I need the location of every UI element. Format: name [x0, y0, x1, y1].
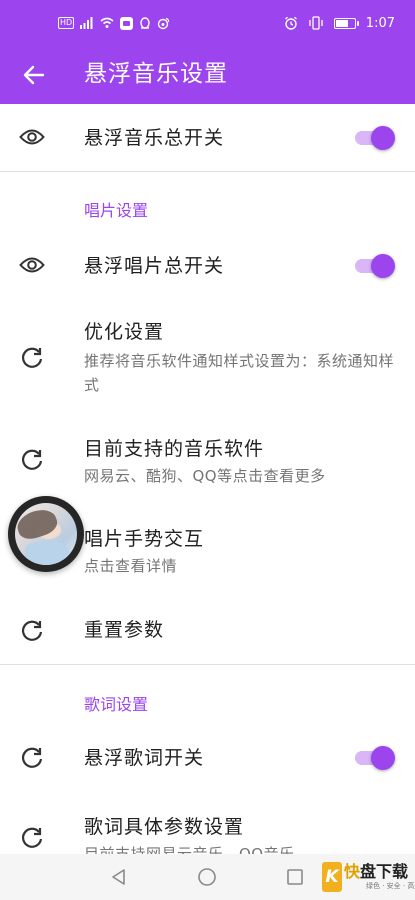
refresh-icon	[16, 444, 48, 476]
app-notification-icon	[120, 16, 134, 30]
watermark-name: 快盘下载	[344, 862, 409, 881]
back-button[interactable]	[14, 55, 54, 95]
vibrate-icon	[309, 16, 323, 30]
eye-icon	[16, 249, 48, 281]
disc-master-switch-toggle[interactable]	[355, 253, 395, 278]
status-bar-left: HD	[58, 14, 170, 32]
lyrics-switch-toggle[interactable]	[355, 745, 395, 770]
hd-icon: HD	[58, 17, 75, 29]
setting-row-lyrics-params[interactable]: 歌词具体参数设置 目前支持网易云音乐、QQ音乐	[0, 804, 415, 854]
album-cover-image	[15, 503, 77, 565]
section-header-lyrics: 歌词设置	[84, 695, 149, 714]
setting-subtitle: 目前支持网易云音乐、QQ音乐	[84, 845, 295, 854]
page-title: 悬浮音乐设置	[84, 61, 228, 87]
setting-title: 悬浮歌词开关	[84, 747, 205, 769]
floating-disc-widget[interactable]	[8, 496, 84, 572]
setting-row-reset[interactable]: 重置参数	[0, 602, 415, 662]
status-time: 1:07	[365, 15, 395, 31]
wifi-icon	[100, 17, 114, 28]
eye-icon	[16, 121, 48, 153]
weibo-icon	[157, 17, 170, 29]
setting-title: 优化设置	[84, 321, 165, 343]
watermark-logo: K 快盘下载 绿色 · 安全 · 高速	[322, 860, 415, 894]
section-header-disc: 唱片设置	[84, 201, 149, 220]
nav-home-icon[interactable]	[192, 862, 222, 892]
refresh-icon	[16, 342, 48, 374]
divider	[0, 171, 415, 172]
refresh-icon	[16, 615, 48, 647]
switch-thumb	[371, 254, 395, 278]
watermark-k-icon: K	[322, 862, 342, 892]
divider	[0, 664, 415, 665]
setting-title: 悬浮唱片总开关	[84, 255, 225, 277]
setting-row-optimize[interactable]: 优化设置 推荐将音乐软件通知样式设置为：系统通知样式	[0, 304, 415, 404]
nav-back-icon[interactable]	[104, 862, 134, 892]
setting-subtitle: 点击查看详情	[84, 557, 178, 575]
setting-row-lyrics-switch[interactable]: 悬浮歌词开关	[0, 728, 415, 790]
watermark-slogan: 绿色 · 安全 · 高速	[366, 882, 415, 890]
arrow-left-icon	[23, 65, 45, 85]
setting-title: 悬浮音乐总开关	[84, 127, 225, 149]
qq-icon	[140, 16, 150, 29]
navigation-bar: K 快盘下载 绿色 · 安全 · 高速	[0, 854, 415, 900]
setting-subtitle: 推荐将音乐软件通知样式设置为：系统通知样式	[84, 352, 395, 394]
nav-recents-icon[interactable]	[280, 862, 310, 892]
setting-row-master-switch[interactable]: 悬浮音乐总开关	[0, 104, 415, 170]
setting-title: 重置参数	[84, 619, 165, 641]
switch-thumb	[371, 126, 395, 150]
refresh-icon	[16, 742, 48, 774]
setting-row-disc-master[interactable]: 悬浮唱片总开关	[0, 234, 415, 300]
status-bar: HD 1:07	[0, 0, 415, 46]
switch-thumb	[371, 746, 395, 770]
settings-list[interactable]: 悬浮音乐总开关 唱片设置 悬浮唱片总开关 优化设置 推荐将音乐软件通知样式设置为…	[0, 104, 415, 854]
setting-subtitle: 网易云、酷狗、QQ等点击查看更多	[84, 467, 326, 485]
master-switch-toggle[interactable]	[355, 125, 395, 150]
setting-title: 唱片手势交互	[84, 528, 205, 550]
battery-icon	[333, 17, 359, 29]
setting-title: 目前支持的音乐软件	[84, 438, 265, 460]
setting-title: 歌词具体参数设置	[84, 816, 245, 838]
app-bar: 悬浮音乐设置	[0, 46, 415, 104]
refresh-icon	[16, 822, 48, 854]
signal-icon	[80, 17, 93, 29]
alarm-icon	[284, 16, 297, 30]
setting-row-supported-apps[interactable]: 目前支持的音乐软件 网易云、酷狗、QQ等点击查看更多	[0, 424, 415, 496]
status-bar-right: 1:07	[284, 13, 395, 33]
